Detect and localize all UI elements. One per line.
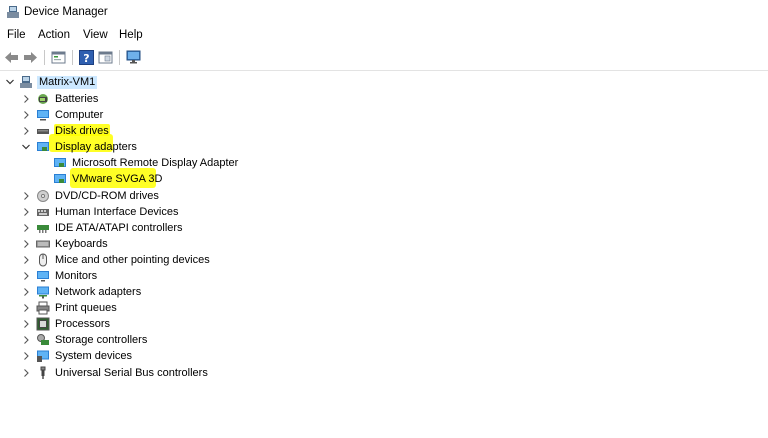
tree-item-label: IDE ATA/ATAPI controllers [55,221,183,234]
tree-item-monitors[interactable]: Monitors [0,268,768,284]
chevron-right-icon[interactable] [21,94,31,104]
printer-icon [36,301,50,315]
processor-icon [36,317,50,331]
tree-item-label: Human Interface Devices [55,205,179,218]
storage-controller-icon [37,334,49,345]
tree-item-label: Disk drives [55,124,109,137]
tree-item-label: Universal Serial Bus controllers [55,366,208,379]
tree-item-keyboards[interactable]: Keyboards [0,236,768,252]
tree-item-dvd-cd-rom-drives[interactable]: DVD/CD-ROM drives [0,188,768,204]
disk-drive-icon [37,129,49,134]
tree-item-label: System devices [55,349,133,362]
tree-child-label: Microsoft Remote Display Adapter [72,156,239,169]
tree-item-human-interface-devices[interactable]: Human Interface Devices [0,204,768,220]
system-devices-icon [37,350,49,362]
tree-item-display-adapters[interactable]: Display adapters [0,139,768,155]
device-tree: Matrix-VM1 Batteries Computer Disk drive… [0,0,768,379]
chevron-right-icon[interactable] [21,207,31,217]
chevron-right-icon[interactable] [21,223,31,233]
display-adapter-icon [54,174,66,183]
tree-item-system-devices[interactable]: System devices [0,348,768,364]
chevron-right-icon[interactable] [21,351,31,361]
chevron-right-icon[interactable] [21,368,31,378]
tree-child-microsoft-remote-display-adapter[interactable]: Microsoft Remote Display Adapter [0,155,768,171]
chevron-right-icon[interactable] [21,239,31,249]
tree-item-label: Computer [55,108,104,121]
chevron-right-icon[interactable] [21,255,31,265]
tree-root[interactable]: Matrix-VM1 [0,74,768,90]
monitor-icon [37,271,49,282]
tree-item-label: Network adapters [55,285,142,298]
chevron-down-icon[interactable] [21,142,31,152]
tree-item-batteries[interactable]: Batteries [0,91,768,107]
tree-child-vmware-svga-3d[interactable]: VMware SVGA 3D [0,171,768,187]
chevron-right-icon[interactable] [21,126,31,136]
ide-controller-icon [37,225,49,233]
display-adapter-icon [37,142,49,151]
tree-item-label: Display adapters [55,140,137,153]
tree-item-label: DVD/CD-ROM drives [55,189,159,202]
keyboard-icon [36,240,50,248]
tree-item-label: Mice and other pointing devices [55,253,210,266]
tree-item-label: Batteries [55,92,99,105]
tree-item-processors[interactable]: Processors [0,316,768,332]
tree-item-label: Processors [55,317,111,330]
computer-icon [37,110,49,121]
tree-item-label: Storage controllers [55,333,148,346]
chevron-right-icon[interactable] [21,110,31,120]
chevron-right-icon[interactable] [21,303,31,313]
display-adapter-icon [54,158,66,167]
chevron-right-icon[interactable] [21,287,31,297]
hid-icon [37,209,49,216]
tree-item-universal-serial-bus-controllers[interactable]: Universal Serial Bus controllers [0,365,768,381]
computer-root-icon [20,76,32,88]
tree-item-network-adapters[interactable]: Network adapters [0,284,768,300]
mouse-icon [39,253,47,267]
dvd-icon [37,190,49,202]
battery-icon [38,94,48,104]
tree-item-label: Monitors [55,269,98,282]
tree-item-disk-drives[interactable]: Disk drives [0,123,768,139]
chevron-right-icon[interactable] [21,319,31,329]
chevron-right-icon[interactable] [21,191,31,201]
tree-root-label: Matrix-VM1 [37,75,98,89]
network-adapter-icon [37,286,49,299]
usb-icon [40,366,46,379]
tree-item-print-queues[interactable]: Print queues [0,300,768,316]
tree-item-label: Keyboards [55,237,108,250]
chevron-down-icon[interactable] [5,77,15,87]
tree-item-mice-and-other-pointing-devices[interactable]: Mice and other pointing devices [0,252,768,268]
tree-item-ide-ata-atapi-controllers[interactable]: IDE ATA/ATAPI controllers [0,220,768,236]
tree-item-storage-controllers[interactable]: Storage controllers [0,332,768,348]
chevron-right-icon[interactable] [21,271,31,281]
chevron-right-icon[interactable] [21,335,31,345]
tree-item-computer[interactable]: Computer [0,107,768,123]
tree-item-label: Print queues [55,301,117,314]
tree-child-label: VMware SVGA 3D [72,172,163,185]
